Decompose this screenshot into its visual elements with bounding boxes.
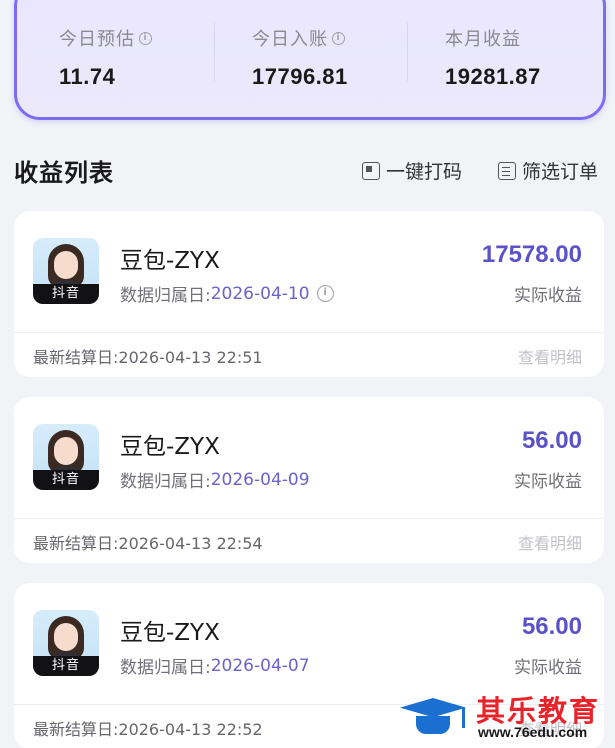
- filter-orders-label: 筛选订单: [522, 161, 599, 183]
- today-estimate-stat[interactable]: 今日预估 i 11.74: [59, 25, 152, 95]
- month-earnings-stat[interactable]: 本月收益 19281.87: [445, 25, 541, 95]
- platform-badge: 抖音: [33, 656, 99, 676]
- earnings-amount-label: 实际收益: [514, 286, 582, 306]
- settlement-date: 最新结算日:2026-04-13 22:54: [33, 534, 263, 553]
- watermark-url: www.76edu.com: [478, 724, 588, 740]
- data-date-prefix: 数据归属日:: [120, 658, 211, 678]
- avatar: 抖音: [33, 238, 99, 304]
- earnings-card[interactable]: 抖音 豆包-ZYX 数据归属日: 2026-04-10 i 17578.00 实…: [14, 211, 604, 377]
- today-credited-value: 17796.81: [252, 64, 348, 89]
- platform-badge: 抖音: [33, 470, 99, 490]
- account-name: 豆包-ZYX: [120, 620, 220, 646]
- data-date-prefix: 数据归属日:: [120, 286, 211, 306]
- stat-divider: [214, 23, 215, 81]
- card-divider: [14, 518, 604, 519]
- filter-icon: [498, 161, 516, 180]
- month-earnings-label: 本月收益: [445, 29, 521, 50]
- earnings-summary-card: 今日预估 i 11.74 今日入账 i 17796.81 本月收益 19281.…: [14, 0, 606, 120]
- today-estimate-value: 11.74: [59, 64, 116, 89]
- watermark: 其乐教育 www.76edu.com: [398, 688, 613, 744]
- earnings-amount: 17578.00: [481, 241, 582, 268]
- earnings-amount: 56.00: [521, 427, 582, 454]
- data-date-value: 2026-04-07: [210, 655, 310, 676]
- info-icon[interactable]: i: [139, 31, 152, 45]
- data-date-row: 数据归属日: 2026-04-07: [120, 653, 310, 679]
- platform-badge: 抖音: [33, 284, 99, 304]
- data-date-row: 数据归属日: 2026-04-10 i: [120, 281, 334, 306]
- avatar: 抖音: [33, 610, 99, 676]
- stat-divider: [407, 23, 408, 81]
- settlement-date: 最新结算日:2026-04-13 22:51: [33, 348, 263, 367]
- one-click-mask-button[interactable]: 一键打码: [362, 157, 462, 184]
- avatar: 抖音: [33, 424, 99, 490]
- today-credited-stat[interactable]: 今日入账 i 17796.81: [252, 25, 348, 95]
- account-name: 豆包-ZYX: [120, 248, 220, 274]
- card-divider: [14, 332, 604, 333]
- settlement-date: 最新结算日:2026-04-13 22:52: [33, 720, 263, 739]
- view-details-link[interactable]: 查看明细: [518, 530, 582, 554]
- mask-icon: [362, 161, 380, 180]
- info-icon[interactable]: i: [332, 31, 345, 45]
- data-date-value: 2026-04-10: [210, 283, 310, 304]
- earnings-amount-label: 实际收益: [514, 472, 582, 492]
- data-date-row: 数据归属日: 2026-04-09: [120, 467, 310, 493]
- one-click-mask-label: 一键打码: [386, 161, 463, 183]
- today-estimate-label: 今日预估: [59, 29, 135, 50]
- earnings-list-title: 收益列表: [14, 159, 114, 187]
- earnings-amount: 56.00: [521, 613, 582, 640]
- today-credited-label: 今日入账: [252, 29, 328, 50]
- view-details-link[interactable]: 查看明细: [518, 344, 582, 368]
- graduation-cap-icon: [398, 692, 468, 740]
- earnings-card[interactable]: 抖音 豆包-ZYX 数据归属日: 2026-04-09 56.00 实际收益 最…: [14, 397, 604, 563]
- account-name: 豆包-ZYX: [120, 434, 220, 460]
- filter-orders-button[interactable]: 筛选订单: [498, 157, 598, 184]
- data-date-value: 2026-04-09: [210, 469, 310, 490]
- info-icon[interactable]: i: [316, 285, 334, 302]
- data-date-prefix: 数据归属日:: [120, 472, 211, 492]
- month-earnings-value: 19281.87: [445, 64, 541, 89]
- earnings-amount-label: 实际收益: [514, 658, 582, 678]
